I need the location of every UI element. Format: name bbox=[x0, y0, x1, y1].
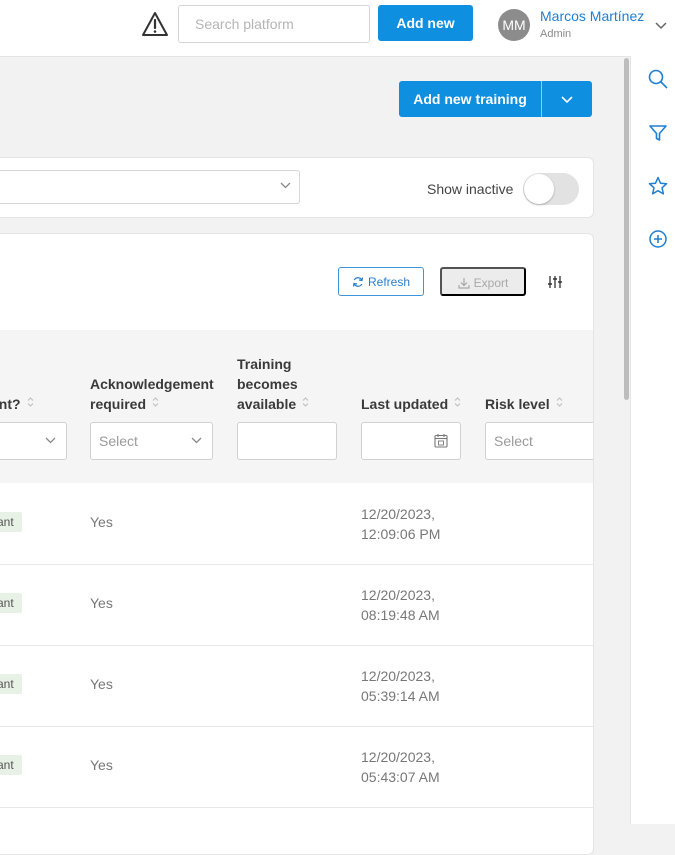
column-header-label: ant? bbox=[0, 396, 21, 412]
export-button[interactable]: Export bbox=[440, 267, 526, 296]
time-text: 05:39:14 AM bbox=[361, 688, 440, 704]
add-new-button[interactable]: Add new bbox=[378, 5, 473, 41]
right-sidebar bbox=[630, 56, 675, 824]
date-text: 12/20/2023, bbox=[361, 749, 435, 765]
filter-icon[interactable] bbox=[648, 123, 668, 143]
export-label: Export bbox=[473, 276, 509, 290]
date-text: 12/20/2023, bbox=[361, 668, 435, 684]
column-header-risk-level[interactable]: Risk level bbox=[485, 394, 563, 414]
top-bar: Add new MM Marcos Martínez Admin bbox=[0, 0, 675, 57]
table-row[interactable]: pliant Yes 12/20/2023, 05:43:07 AM bbox=[0, 727, 593, 808]
column-header-last-updated[interactable]: Last updated bbox=[361, 394, 461, 414]
compliant-filter-select[interactable] bbox=[0, 422, 67, 460]
refresh-icon bbox=[352, 277, 364, 287]
table-header: ant? Acknowledgement required Training b… bbox=[0, 330, 593, 483]
last-updated-cell: 12/20/2023, 12:09:06 PM bbox=[361, 504, 440, 544]
acknowledgement-cell: Yes bbox=[90, 757, 113, 773]
sort-icon bbox=[27, 397, 33, 407]
status-badge: pliant bbox=[0, 674, 22, 694]
user-role: Admin bbox=[540, 28, 572, 40]
filter-dropdown[interactable] bbox=[0, 170, 300, 204]
column-header-label: required bbox=[90, 396, 147, 412]
column-header-compliant[interactable]: ant? bbox=[0, 394, 34, 414]
add-new-training-button[interactable]: Add new training bbox=[399, 81, 541, 117]
select-placeholder: Select bbox=[494, 433, 533, 449]
status-badge: pliant bbox=[0, 512, 22, 532]
time-text: 05:43:07 AM bbox=[361, 769, 440, 785]
sort-icon bbox=[152, 397, 159, 407]
star-icon[interactable] bbox=[648, 176, 668, 196]
select-placeholder: Select bbox=[99, 433, 138, 449]
trainings-table-card: Refresh Export ant? Acknowledgement requ… bbox=[0, 233, 594, 855]
status-badge: pliant bbox=[0, 593, 22, 613]
chevron-down-icon bbox=[191, 437, 202, 444]
column-header-label: available bbox=[237, 396, 297, 412]
date-text: 12/20/2023, bbox=[361, 587, 435, 603]
acknowledgement-filter-select[interactable]: Select bbox=[90, 422, 213, 460]
show-inactive-label: Show inactive bbox=[427, 181, 514, 197]
avatar: MM bbox=[498, 9, 530, 41]
acknowledgement-cell: Yes bbox=[90, 514, 113, 530]
filter-card: Show inactive bbox=[0, 157, 594, 218]
warning-icon[interactable] bbox=[141, 11, 169, 37]
last-updated-cell: 12/20/2023, 05:43:07 AM bbox=[361, 747, 440, 787]
toggle-knob bbox=[524, 174, 554, 204]
column-header-label: Training bbox=[237, 356, 292, 372]
table-row[interactable]: pliant Yes 12/20/2023, 05:39:14 AM bbox=[0, 646, 593, 727]
risk-level-filter-select[interactable]: Select bbox=[485, 422, 593, 460]
column-header-label: Risk level bbox=[485, 396, 550, 412]
time-text: 12:09:06 PM bbox=[361, 526, 441, 542]
search-input[interactable] bbox=[178, 5, 370, 43]
user-menu[interactable]: MM Marcos Martínez Admin bbox=[496, 4, 675, 46]
add-training-options-button[interactable] bbox=[542, 81, 592, 117]
show-inactive-toggle[interactable] bbox=[523, 173, 579, 205]
refresh-button[interactable]: Refresh bbox=[338, 267, 424, 296]
user-name: Marcos Martínez bbox=[540, 8, 645, 24]
chevron-down-icon bbox=[280, 182, 291, 189]
column-header-label: Last updated bbox=[361, 396, 449, 412]
chevron-down-icon bbox=[561, 96, 573, 104]
page-scrollbar[interactable] bbox=[624, 58, 629, 400]
column-header-acknowledgement[interactable]: Acknowledgement required bbox=[90, 374, 214, 414]
sort-icon bbox=[556, 397, 563, 407]
column-header-training-available[interactable]: Training becomes available bbox=[237, 354, 309, 414]
calendar-icon bbox=[434, 434, 448, 448]
time-text: 08:19:48 AM bbox=[361, 607, 440, 623]
last-updated-cell: 12/20/2023, 05:39:14 AM bbox=[361, 666, 440, 706]
column-header-label: becomes bbox=[237, 376, 298, 392]
chevron-down-icon bbox=[45, 437, 56, 444]
availability-filter-input[interactable] bbox=[237, 422, 337, 460]
search-icon[interactable] bbox=[648, 69, 668, 89]
acknowledgement-cell: Yes bbox=[90, 595, 113, 611]
refresh-label: Refresh bbox=[367, 275, 411, 289]
last-updated-cell: 12/20/2023, 08:19:48 AM bbox=[361, 585, 440, 625]
date-text: 12/20/2023, bbox=[361, 506, 435, 522]
column-header-label: Acknowledgement bbox=[90, 376, 214, 392]
sort-icon bbox=[302, 397, 309, 407]
add-new-training-split-button: Add new training bbox=[399, 81, 592, 117]
download-icon bbox=[458, 278, 470, 289]
table-row[interactable]: pliant Yes 12/20/2023, 08:19:48 AM bbox=[0, 565, 593, 646]
sort-icon bbox=[454, 397, 461, 407]
plus-circle-icon[interactable] bbox=[648, 229, 668, 249]
column-settings-icon[interactable] bbox=[547, 275, 563, 289]
chevron-down-icon bbox=[655, 22, 667, 30]
acknowledgement-cell: Yes bbox=[90, 676, 113, 692]
table-row[interactable]: pliant Yes 12/20/2023, 12:09:06 PM bbox=[0, 484, 593, 565]
status-badge: pliant bbox=[0, 755, 22, 775]
last-updated-date-picker[interactable] bbox=[361, 422, 461, 460]
